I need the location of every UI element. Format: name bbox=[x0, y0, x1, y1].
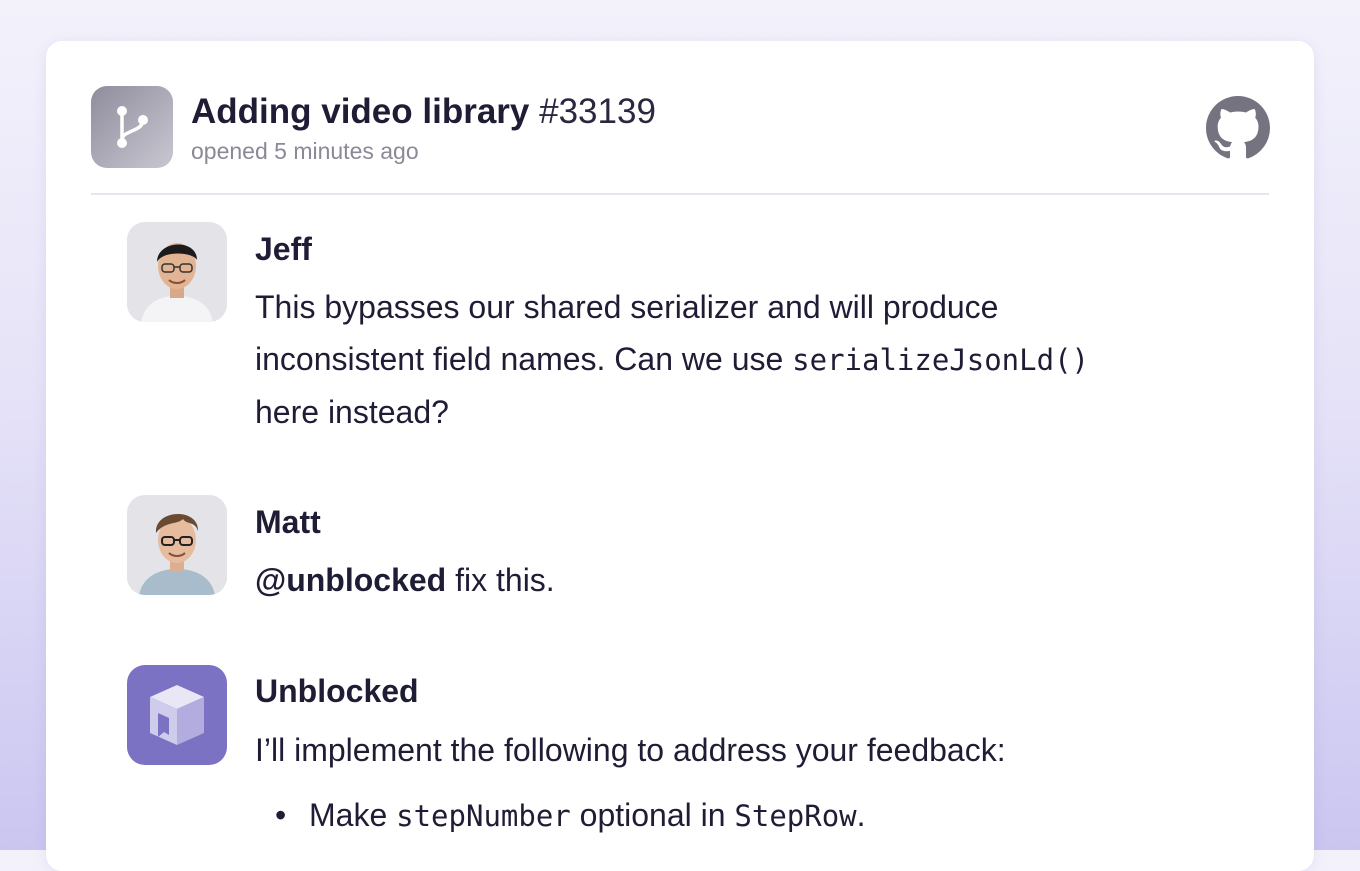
bullet-dot: • bbox=[275, 797, 287, 833]
pr-number[interactable]: #33139 bbox=[539, 92, 656, 131]
comment-body: I’ll implement the following to address … bbox=[255, 732, 1006, 768]
comment-text: inconsistent field names. Can we use bbox=[255, 341, 793, 377]
header-divider bbox=[91, 193, 1269, 195]
pr-title: Adding video library #33139 bbox=[191, 91, 656, 133]
unblocked-logo-icon bbox=[150, 685, 204, 745]
list-text: . bbox=[856, 797, 866, 833]
comment-author[interactable]: Matt bbox=[255, 502, 321, 542]
pr-title-text: Adding video library bbox=[191, 92, 530, 131]
list-item: • Make stepNumber optional in StepRow. bbox=[275, 791, 866, 840]
pr-card: Adding video library #33139 opened 5 min… bbox=[46, 41, 1314, 871]
comment-line: inconsistent field names. Can we use ser… bbox=[255, 333, 1089, 386]
inline-code: stepNumber bbox=[396, 799, 571, 833]
avatar-unblocked[interactable] bbox=[127, 665, 227, 765]
comment-author[interactable]: Jeff bbox=[255, 229, 312, 269]
comment-line: here instead? bbox=[255, 394, 449, 430]
pr-subtitle: opened 5 minutes ago bbox=[191, 138, 419, 164]
list-text: optional in bbox=[570, 797, 735, 833]
list-text: Make bbox=[309, 797, 397, 833]
comment-text: fix this. bbox=[446, 562, 555, 598]
inline-code: serializeJsonLd() bbox=[792, 343, 1089, 377]
avatar-matt[interactable] bbox=[127, 495, 227, 595]
comment-body: @unblocked fix this. bbox=[255, 554, 555, 606]
github-icon[interactable] bbox=[1206, 96, 1270, 160]
comment-line: This bypasses our shared serializer and … bbox=[255, 289, 999, 325]
git-branch-icon bbox=[91, 86, 173, 168]
comment-author[interactable]: Unblocked bbox=[255, 671, 419, 711]
mention-link[interactable]: @unblocked bbox=[255, 562, 446, 598]
avatar-jeff[interactable] bbox=[127, 222, 227, 322]
comment-body: This bypasses our shared serializer and … bbox=[255, 281, 1089, 438]
inline-code: StepRow bbox=[734, 799, 857, 833]
